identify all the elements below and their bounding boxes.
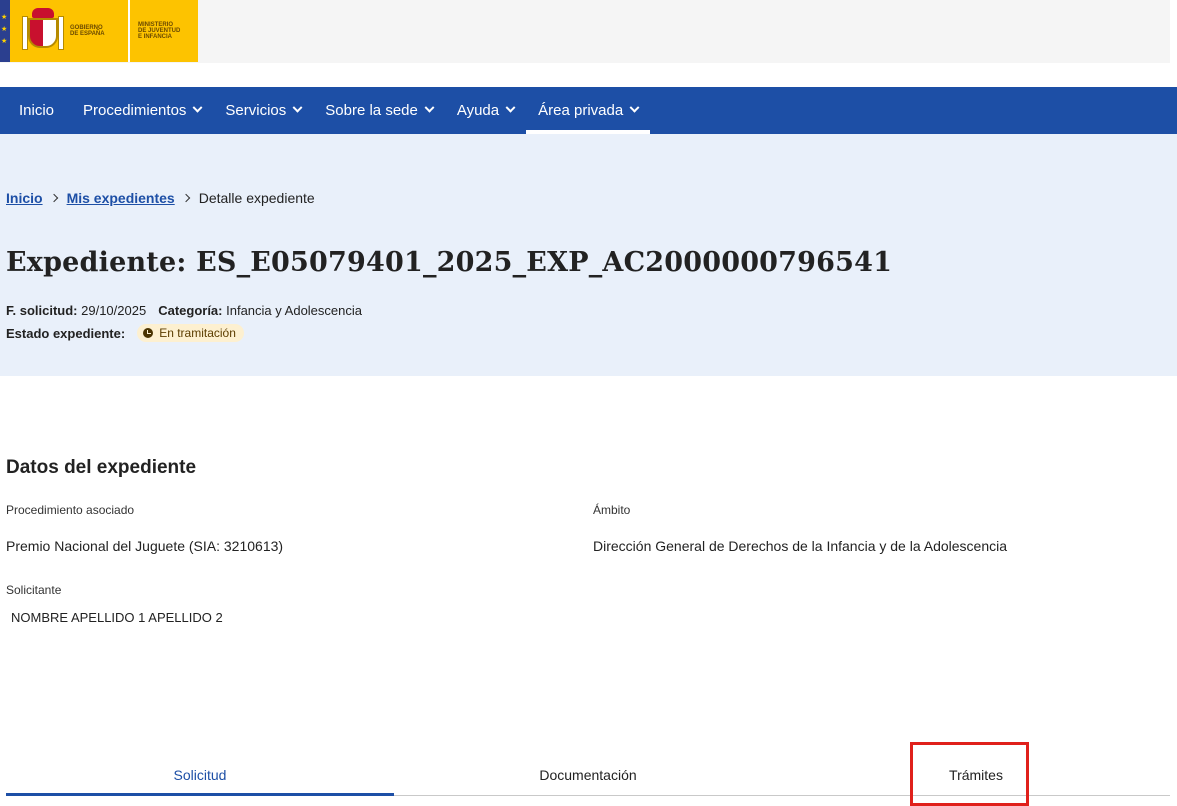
expediente-tabs: Solicitud Documentación Trámites [6,758,1170,796]
ministerio-line-3: E INFANCIA [138,34,173,40]
breadcrumb: Inicio Mis expedientes Detalle expedient… [6,190,315,206]
flag-icon [0,0,10,62]
chevron-right-icon [49,193,58,203]
ambito-label: Ámbito [593,503,631,517]
expediente-meta: F. solicitud: 29/10/2025 Categoría: Infa… [6,303,362,318]
nav-inicio[interactable]: Inicio [0,87,71,134]
estado-line: Estado expediente: En tramitación [6,324,244,342]
nav-procedimientos[interactable]: Procedimientos [71,87,213,134]
chevron-down-icon [192,102,203,113]
solicitante-label: Solicitante [6,583,62,597]
coat-of-arms-icon [22,8,64,54]
chevron-right-icon [181,193,190,203]
ambito-value: Dirección General de Derechos de la Infa… [593,538,1008,554]
gobierno-logo[interactable]: GOBIERNO DE ESPAÑA MINISTERIO DE JUVENTU… [0,0,198,62]
nav-sobre-la-sede[interactable]: Sobre la sede [313,87,445,134]
nav-ayuda[interactable]: Ayuda [445,87,526,134]
chevron-down-icon [424,102,435,113]
estado-label: Estado expediente: [6,325,126,341]
procedimiento-label: Procedimiento asociado [6,503,135,517]
breadcrumb-inicio-link[interactable]: Inicio [6,190,43,206]
expediente-header: Inicio Mis expedientes Detalle expedient… [0,134,1177,376]
datos-section-title: Datos del expediente [6,457,197,478]
logo-line-2: DE ESPAÑA [70,31,105,37]
fecha-value: 29/10/2025 [81,303,147,318]
main-nav: Inicio Procedimientos Servicios Sobre la… [0,87,1177,134]
status-badge-text: En tramitación [159,326,236,340]
chevron-down-icon [292,102,303,113]
breadcrumb-current: Detalle expediente [198,190,315,206]
categoria-value: Infancia y Adolescencia [226,303,362,318]
fecha-label: F. solicitud: [6,303,78,318]
chevron-down-icon [629,102,640,113]
chevron-down-icon [505,102,516,113]
nav-area-privada[interactable]: Área privada [526,87,651,134]
tab-tramites[interactable]: Trámites [782,758,1170,795]
solicitante-value: NOMBRE APELLIDO 1 APELLIDO 2 [11,610,223,625]
header-logo-bar: GOBIERNO DE ESPAÑA MINISTERIO DE JUVENTU… [0,0,1170,63]
tab-solicitud[interactable]: Solicitud [6,758,394,796]
clock-icon [143,328,154,338]
categoria-label: Categoría: [158,303,223,318]
page-title: Expediente: ES_E05079401_2025_EXP_AC2000… [6,247,893,278]
tab-documentacion[interactable]: Documentación [394,758,782,795]
breadcrumb-mis-expedientes-link[interactable]: Mis expedientes [67,190,175,206]
status-badge: En tramitación [137,324,244,342]
procedimiento-value: Premio Nacional del Juguete (SIA: 321061… [6,538,284,554]
nav-servicios[interactable]: Servicios [213,87,313,134]
